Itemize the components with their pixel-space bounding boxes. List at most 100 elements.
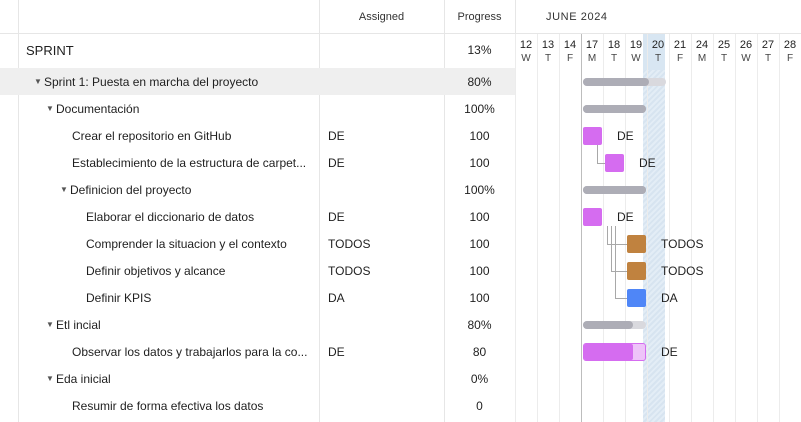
progress-cell[interactable]: 80 xyxy=(444,338,515,365)
collapse-caret-icon[interactable]: ▼ xyxy=(44,374,56,383)
dependency-connector xyxy=(607,225,608,244)
task-name[interactable]: Definir KPIS xyxy=(86,284,316,311)
task-name[interactable]: ▼ Etl incial xyxy=(44,311,290,338)
task-name[interactable]: ▼ Eda inicial xyxy=(44,365,290,392)
task-name-label: Resumir de forma efectiva los datos xyxy=(72,398,264,413)
task-bar[interactable] xyxy=(583,126,602,145)
day-gridline xyxy=(691,34,692,422)
group-row[interactable]: ▼ Sprint 1: Puesta en marcha del proyecto… xyxy=(0,68,515,95)
task-bar-progress xyxy=(584,343,633,360)
task-bar[interactable] xyxy=(627,234,646,253)
day-number: 14 xyxy=(563,39,577,51)
task-name[interactable]: Resumir de forma efectiva los datos xyxy=(72,392,316,419)
day-weekday: M xyxy=(697,53,707,64)
group-row[interactable]: ▼ Eda inicial 0% xyxy=(0,365,515,392)
group-row[interactable]: ▼ Documentación 100% xyxy=(0,95,515,122)
assigned-cell[interactable]: DE xyxy=(328,338,345,365)
task-bar[interactable] xyxy=(605,153,624,172)
progress-cell[interactable]: 100 xyxy=(444,122,515,149)
day-number: 13 xyxy=(541,39,555,51)
group-row[interactable]: ▼ Etl incial 80% xyxy=(0,311,515,338)
task-name-label: Sprint 1: Puesta en marcha del proyecto xyxy=(44,74,259,89)
task-name[interactable]: Observar los datos y trabajarlos para la… xyxy=(72,338,316,365)
task-row[interactable]: Definir KPIS DA 100 xyxy=(0,284,515,311)
day-number: 25 xyxy=(717,39,731,51)
task-bar-label: DE xyxy=(661,344,678,359)
collapse-caret-icon[interactable]: ▼ xyxy=(32,77,44,86)
task-row[interactable]: Observar los datos y trabajarlos para la… xyxy=(0,338,515,365)
progress-cell[interactable]: 100 xyxy=(444,230,515,257)
summary-bar[interactable] xyxy=(583,104,646,113)
progress-cell[interactable]: 80% xyxy=(444,311,515,338)
progress-cell[interactable]: 80% xyxy=(444,68,515,95)
task-bar[interactable] xyxy=(627,261,646,280)
task-name[interactable]: Definir objetivos y alcance xyxy=(86,257,316,284)
day-header: 17 M xyxy=(581,34,603,70)
day-header: 25 T xyxy=(713,34,735,70)
task-bar-label: DA xyxy=(661,290,678,305)
task-bar-label: TODOS xyxy=(661,263,704,278)
collapse-caret-icon[interactable]: ▼ xyxy=(44,320,56,329)
day-number: 28 xyxy=(783,39,797,51)
collapse-caret-icon[interactable]: ▼ xyxy=(58,185,70,194)
assigned-cell[interactable]: TODOS xyxy=(328,257,370,284)
progress-cell[interactable]: 100 xyxy=(444,284,515,311)
task-bar[interactable] xyxy=(583,342,646,361)
task-row[interactable]: Definir objetivos y alcance TODOS 100 xyxy=(0,257,515,284)
progress-cell[interactable]: 100 xyxy=(444,257,515,284)
assigned-cell[interactable]: DA xyxy=(328,284,345,311)
summary-bar-progress xyxy=(583,320,634,329)
summary-bar[interactable] xyxy=(583,320,646,329)
progress-cell[interactable]: 100% xyxy=(444,176,515,203)
task-bar-label: DE xyxy=(639,155,656,170)
day-gridline xyxy=(559,34,560,422)
task-bar-label: TODOS xyxy=(661,236,704,251)
progress-cell[interactable]: 0% xyxy=(444,365,515,392)
assigned-cell[interactable]: TODOS xyxy=(328,230,370,257)
task-name-label: Definicion del proyecto xyxy=(70,182,192,197)
day-header: 18 T xyxy=(603,34,625,70)
day-gridline xyxy=(537,34,538,422)
dependency-connector xyxy=(607,243,627,245)
day-number: 17 xyxy=(585,39,599,51)
assigned-cell[interactable]: DE xyxy=(328,203,345,230)
day-header: 12 W xyxy=(515,34,537,70)
task-name-label: Establecimiento de la estructura de carp… xyxy=(72,155,307,170)
task-name[interactable]: Elaborar el diccionario de datos xyxy=(86,203,316,230)
day-gridline xyxy=(625,34,626,422)
assigned-cell[interactable]: DE xyxy=(328,122,345,149)
progress-cell[interactable]: 100% xyxy=(444,95,515,122)
task-name[interactable]: ▼ Sprint 1: Puesta en marcha del proyecto xyxy=(32,68,290,95)
task-bar[interactable] xyxy=(583,207,602,226)
collapse-caret-icon[interactable]: ▼ xyxy=(44,104,56,113)
assigned-cell[interactable]: DE xyxy=(328,149,345,176)
progress-cell[interactable]: 100 xyxy=(444,149,515,176)
task-name[interactable]: Establecimiento de la estructura de carp… xyxy=(72,149,316,176)
task-name[interactable]: Comprender la situacion y el contexto xyxy=(86,230,316,257)
task-row[interactable]: Crear el repositorio en GitHub DE 100 xyxy=(0,122,515,149)
task-row[interactable]: Establecimiento de la estructura de carp… xyxy=(0,149,515,176)
task-name-label: Elaborar el diccionario de datos xyxy=(86,209,255,224)
day-number: 26 xyxy=(739,39,753,51)
task-row[interactable]: Resumir de forma efectiva los datos 0 xyxy=(0,392,515,419)
progress-cell[interactable]: 100 xyxy=(444,203,515,230)
day-number: 18 xyxy=(607,39,621,51)
task-bar-label: DE xyxy=(617,128,634,143)
day-weekday: F xyxy=(566,53,574,64)
task-row[interactable]: Elaborar el diccionario de datos DE 100 xyxy=(0,203,515,230)
dependency-connector xyxy=(615,297,627,299)
summary-bar[interactable] xyxy=(583,185,646,194)
progress-cell[interactable]: 0 xyxy=(444,392,515,419)
group-row[interactable]: ▼ Definicion del proyecto 100% xyxy=(0,176,515,203)
summary-bar-progress xyxy=(583,185,646,194)
summary-bar[interactable] xyxy=(583,77,666,86)
day-weekday: T xyxy=(610,53,618,64)
task-name[interactable]: Crear el repositorio en GitHub xyxy=(72,122,316,149)
task-name[interactable]: ▼ Definicion del proyecto xyxy=(58,176,290,203)
task-bar[interactable] xyxy=(627,288,646,307)
task-bar-progress xyxy=(627,288,646,307)
task-name[interactable]: ▼ Documentación xyxy=(44,95,290,122)
dependency-connector xyxy=(611,270,627,272)
day-header: 28 F xyxy=(779,34,801,70)
task-row[interactable]: Comprender la situacion y el contexto TOD… xyxy=(0,230,515,257)
